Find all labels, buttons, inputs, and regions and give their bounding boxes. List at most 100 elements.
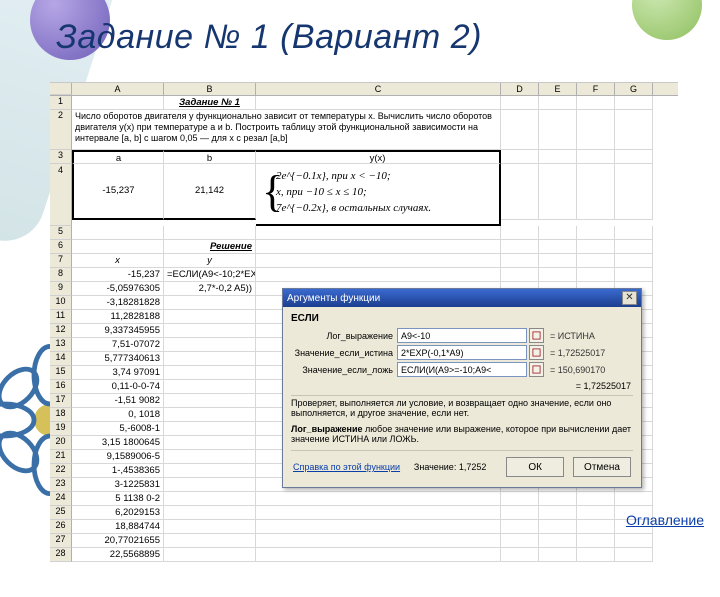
row-header[interactable]: 2: [50, 110, 72, 150]
cell-x[interactable]: -3,18281828: [72, 296, 164, 310]
cell-y[interactable]: [164, 450, 256, 464]
piecewise-function[interactable]: { 2e^{−0.1x}, при x < −10; x, при −10 ≤ …: [256, 164, 501, 226]
cell-x[interactable]: 0, 1018: [72, 408, 164, 422]
col-y[interactable]: y: [164, 254, 256, 268]
row-header[interactable]: 21: [50, 450, 72, 464]
cell-x[interactable]: 9,337345955: [72, 324, 164, 338]
row-header[interactable]: 1: [50, 96, 72, 110]
argument-input[interactable]: [397, 362, 527, 377]
cell-x[interactable]: 9,1589006-5: [72, 450, 164, 464]
cell-y[interactable]: [164, 436, 256, 450]
select-all-corner[interactable]: [50, 83, 72, 95]
row-header[interactable]: 10: [50, 296, 72, 310]
cell-x[interactable]: 5 1138 0-2: [72, 492, 164, 506]
cell-y[interactable]: [164, 380, 256, 394]
function-name: ЕСЛИ: [291, 313, 633, 324]
col-header-c[interactable]: C: [256, 83, 501, 95]
cell-y[interactable]: 2,7*-0,2 A5)): [164, 282, 256, 296]
row-header[interactable]: 20: [50, 436, 72, 450]
col-header-f[interactable]: F: [577, 83, 615, 95]
row-header[interactable]: 17: [50, 394, 72, 408]
cell-y[interactable]: [164, 520, 256, 534]
row-header[interactable]: 11: [50, 310, 72, 324]
header-yx[interactable]: y(x): [256, 150, 501, 164]
cancel-button[interactable]: Отмена: [573, 457, 631, 477]
row-header[interactable]: 13: [50, 338, 72, 352]
row-header[interactable]: 3: [50, 150, 72, 164]
row-header[interactable]: 28: [50, 548, 72, 562]
cell-x[interactable]: 1-,4538365: [72, 464, 164, 478]
cell-y[interactable]: [164, 352, 256, 366]
value-b[interactable]: 21,142: [164, 164, 256, 220]
col-header-g[interactable]: G: [615, 83, 653, 95]
row-header[interactable]: 27: [50, 534, 72, 548]
cell-y[interactable]: [164, 394, 256, 408]
cell-x[interactable]: 3-1225831: [72, 478, 164, 492]
row-header[interactable]: 26: [50, 520, 72, 534]
cell-x[interactable]: 3,74 97091: [72, 366, 164, 380]
col-header-a[interactable]: A: [72, 83, 164, 95]
row-header[interactable]: 4: [50, 164, 72, 226]
range-selector-icon[interactable]: [529, 345, 544, 360]
cell-y[interactable]: [164, 492, 256, 506]
cell-x[interactable]: 6,2029153: [72, 506, 164, 520]
range-selector-icon[interactable]: [529, 328, 544, 343]
cell-y[interactable]: [164, 464, 256, 478]
cell-x[interactable]: 20,77021655: [72, 534, 164, 548]
dialog-titlebar[interactable]: Аргументы функции ✕: [283, 289, 641, 307]
row-header[interactable]: 19: [50, 422, 72, 436]
cell-y[interactable]: [164, 408, 256, 422]
cell-y[interactable]: [164, 422, 256, 436]
row-header[interactable]: 14: [50, 352, 72, 366]
col-header-b[interactable]: B: [164, 83, 256, 95]
cell-y[interactable]: [164, 310, 256, 324]
range-selector-icon[interactable]: [529, 362, 544, 377]
col-x[interactable]: x: [72, 254, 164, 268]
value-a[interactable]: -15,237: [72, 164, 164, 220]
cell-y[interactable]: [164, 534, 256, 548]
cell-y[interactable]: [164, 324, 256, 338]
header-b[interactable]: b: [164, 150, 256, 164]
cell-x[interactable]: 3,15 1800645: [72, 436, 164, 450]
argument-input[interactable]: [397, 328, 527, 343]
cell-y[interactable]: [164, 506, 256, 520]
row-header[interactable]: 15: [50, 366, 72, 380]
cell-y[interactable]: =ЕСЛИ(A9<-10;2*EXP(-0,1*A9);ЕСЛИ(И(A9>=-…: [164, 268, 256, 282]
row-header[interactable]: 8: [50, 268, 72, 282]
cell-x[interactable]: 18,884744: [72, 520, 164, 534]
row-header[interactable]: 24: [50, 492, 72, 506]
cell-x[interactable]: 7,51-07072: [72, 338, 164, 352]
cell-x[interactable]: -1,51 9082: [72, 394, 164, 408]
task-title[interactable]: Задание № 1: [164, 96, 256, 110]
row-header[interactable]: 25: [50, 506, 72, 520]
cell-y[interactable]: [164, 366, 256, 380]
help-link[interactable]: Справка по этой функции: [293, 462, 400, 472]
argument-input[interactable]: [397, 345, 527, 360]
ok-button[interactable]: ОК: [506, 457, 564, 477]
row-header[interactable]: 18: [50, 408, 72, 422]
cell-x[interactable]: 0,11-0-0-74: [72, 380, 164, 394]
row-header[interactable]: 12: [50, 324, 72, 338]
toc-link[interactable]: Оглавление: [626, 512, 704, 528]
row-header[interactable]: 9: [50, 282, 72, 296]
row-header[interactable]: 23: [50, 478, 72, 492]
cell-y[interactable]: [164, 478, 256, 492]
row-header[interactable]: 22: [50, 464, 72, 478]
dialog-title: Аргументы функции: [287, 293, 380, 304]
solution-title[interactable]: Решение: [164, 240, 256, 254]
task-text[interactable]: Число оборотов двигателя y функционально…: [72, 110, 501, 150]
cell-y[interactable]: [164, 548, 256, 562]
close-icon[interactable]: ✕: [622, 291, 637, 305]
cell-x[interactable]: 5,777340613: [72, 352, 164, 366]
cell-y[interactable]: [164, 296, 256, 310]
cell-x[interactable]: 5,-6008-1: [72, 422, 164, 436]
cell-x[interactable]: -5,05976305: [72, 282, 164, 296]
col-header-e[interactable]: E: [539, 83, 577, 95]
cell-y[interactable]: [164, 338, 256, 352]
row-header[interactable]: 16: [50, 380, 72, 394]
cell-x[interactable]: -15,237: [72, 268, 164, 282]
header-a[interactable]: a: [72, 150, 164, 164]
cell-x[interactable]: 22,5568895: [72, 548, 164, 562]
cell-x[interactable]: 11,2828188: [72, 310, 164, 324]
col-header-d[interactable]: D: [501, 83, 539, 95]
